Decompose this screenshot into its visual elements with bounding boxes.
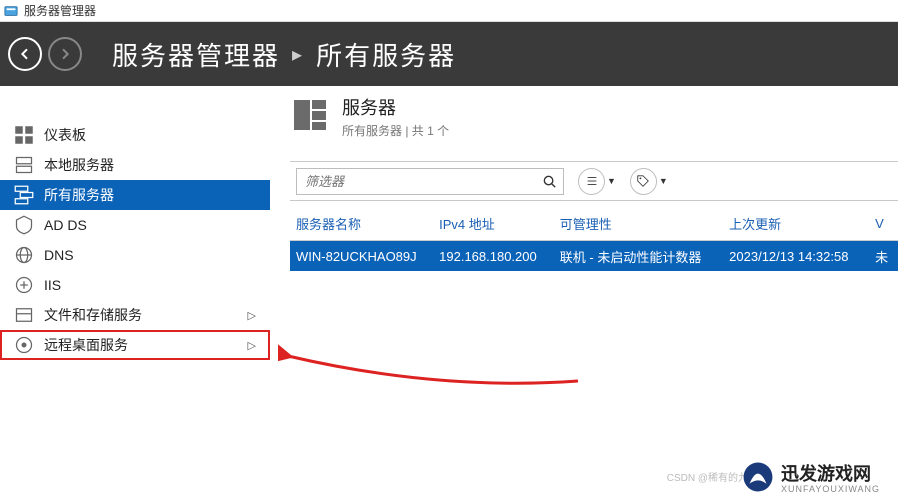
col-header-last-update[interactable]: 上次更新 [723,214,869,233]
col-header-manageability[interactable]: 可管理性 [554,214,723,233]
nav-forward-button[interactable] [48,37,82,71]
filter-box [296,168,564,195]
sidebar-item-local-server[interactable]: 本地服务器 [0,150,270,180]
sidebar-item-label: 所有服务器 [44,185,114,205]
sidebar-item-file-storage[interactable]: 文件和存储服务 ▷ [0,300,270,330]
chevron-right-icon: ▷ [248,339,256,352]
dashboard-icon [14,125,34,145]
breadcrumb-part-1[interactable]: 服务器管理器 [112,36,280,73]
all-servers-icon [14,185,34,205]
sidebar-item-label: AD DS [44,217,87,233]
content-panel: 服务器 所有服务器 | 共 1 个 ▼ ▼ [270,86,898,500]
ad-ds-icon [14,215,34,235]
cell-extra: 未 [869,247,898,266]
remote-desktop-icon [14,335,34,355]
filter-input[interactable] [297,174,535,189]
cell-last-update: 2023/12/13 14:32:58 [723,249,869,264]
file-storage-icon [14,305,34,325]
servers-grid: 服务器名称 IPv4 地址 可管理性 上次更新 V WIN-82UCKHAO89… [290,207,898,271]
panel-header: 服务器 所有服务器 | 共 1 个 [290,94,898,139]
col-header-extra[interactable]: V [869,216,898,231]
local-server-icon [14,155,34,175]
sidebar: 仪表板 本地服务器 所有服务器 AD DS DNS IIS 文件和存储服务 ▷ [0,86,270,500]
dns-icon [14,245,34,265]
app-icon [4,4,18,18]
sidebar-item-label: IIS [44,277,61,293]
watermark-logo: 迅发游戏网 XUNFAYOUXIWANG [741,460,880,494]
toolbar: ▼ ▼ [290,161,898,201]
view-options-button[interactable]: ▼ [574,168,616,195]
watermark-sub: XUNFAYOUXIWANG [781,484,880,494]
caret-down-icon: ▼ [659,176,668,186]
col-header-server-name[interactable]: 服务器名称 [290,214,433,233]
grid-row[interactable]: WIN-82UCKHAO89J 192.168.180.200 联机 - 未启动… [290,241,898,271]
sidebar-item-label: DNS [44,247,74,263]
chevron-right-icon: ▷ [248,309,256,322]
servers-panel-icon [290,94,332,136]
sidebar-item-label: 本地服务器 [44,155,114,175]
panel-subtitle: 所有服务器 | 共 1 个 [342,122,449,139]
sidebar-item-label: 仪表板 [44,125,86,145]
window-titlebar: 服务器管理器 [0,0,898,22]
iis-icon [14,275,34,295]
panel-title: 服务器 [342,94,449,120]
col-header-ipv4[interactable]: IPv4 地址 [433,214,554,233]
sidebar-item-dns[interactable]: DNS [0,240,270,270]
sidebar-item-label: 文件和存储服务 [44,305,142,325]
main-area: 仪表板 本地服务器 所有服务器 AD DS DNS IIS 文件和存储服务 ▷ [0,86,898,500]
sidebar-item-adds[interactable]: AD DS [0,210,270,240]
grid-header-row: 服务器名称 IPv4 地址 可管理性 上次更新 V [290,207,898,241]
brand-icon [741,460,775,494]
sidebar-item-remote-desktop[interactable]: 远程桌面服务 ▷ [0,330,270,360]
cell-ipv4: 192.168.180.200 [433,249,554,264]
nav-back-button[interactable] [8,37,42,71]
sidebar-item-dashboard[interactable]: 仪表板 [0,120,270,150]
list-view-icon [578,168,605,195]
header-bar: 服务器管理器 ▸ 所有服务器 [0,22,898,86]
window-title: 服务器管理器 [24,2,96,19]
search-icon[interactable] [535,174,563,189]
cell-manageability: 联机 - 未启动性能计数器 [554,247,723,266]
sidebar-item-label: 远程桌面服务 [44,335,128,355]
cell-server-name: WIN-82UCKHAO89J [290,249,433,264]
sidebar-item-iis[interactable]: IIS [0,270,270,300]
breadcrumb-part-2[interactable]: 所有服务器 [316,36,456,73]
breadcrumb: 服务器管理器 ▸ 所有服务器 [112,36,456,73]
sidebar-item-all-servers[interactable]: 所有服务器 [0,180,270,210]
breadcrumb-separator-icon: ▸ [292,42,304,67]
watermark-brand: 迅发游戏网 [781,460,880,486]
tag-icon [630,168,657,195]
tags-button[interactable]: ▼ [626,168,668,195]
caret-down-icon: ▼ [607,176,616,186]
